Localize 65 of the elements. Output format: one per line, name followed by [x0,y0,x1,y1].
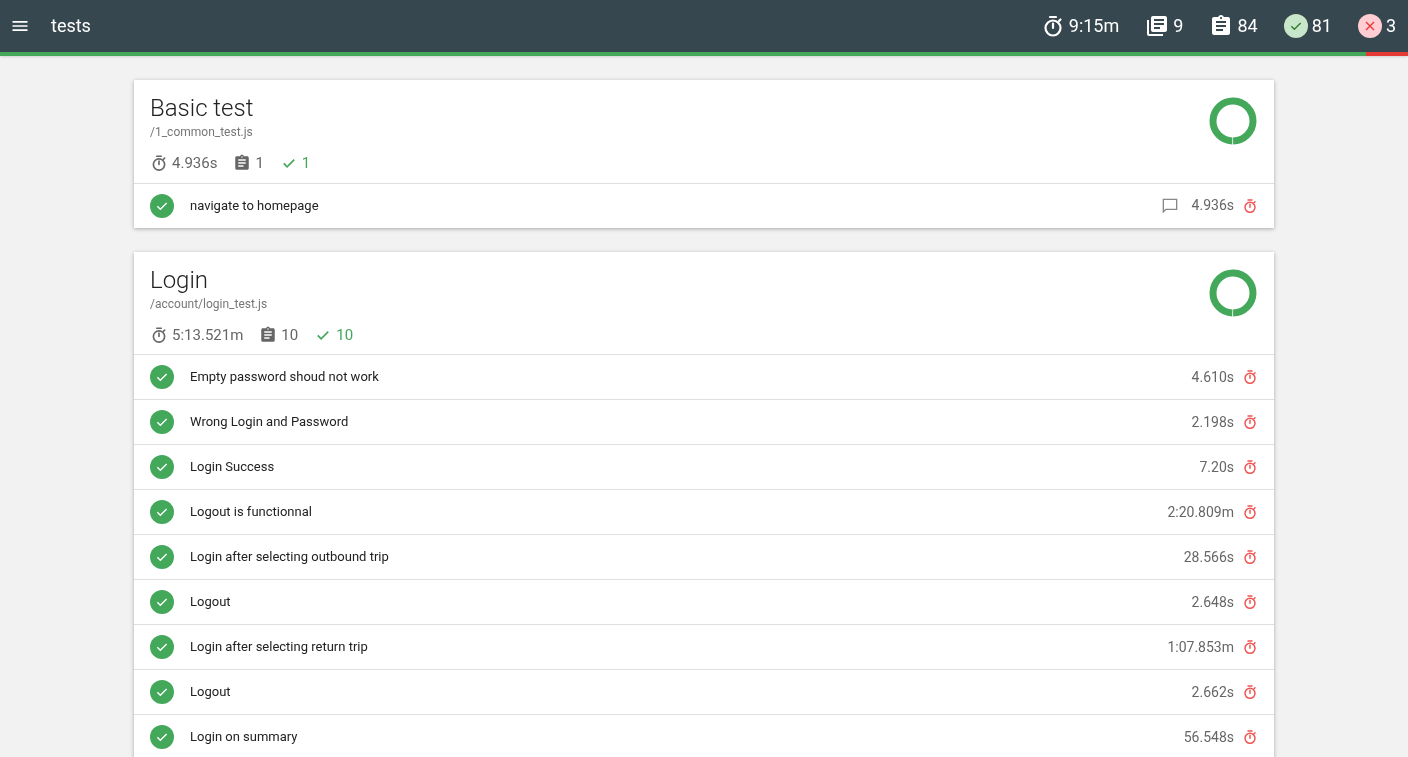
stopwatch-icon [1242,369,1258,385]
test-duration: 56.548s [1183,727,1234,747]
test-duration: 2.648s [1191,592,1234,612]
test-count: 84 [1237,14,1258,38]
stopwatch-icon [1242,639,1258,655]
stacked-pages-icon [1145,14,1170,38]
stopwatch-icon [1242,684,1258,700]
stopwatch-icon [1242,594,1258,610]
test-name: Logout [190,593,231,612]
suite-file: /account/login_test.js [150,295,269,312]
suite-duration: 4.936s [172,153,218,174]
stopwatch-icon [1242,197,1258,214]
test-name: Wrong Login and Password [190,413,349,432]
test-duration: 2.662s [1191,682,1234,702]
stopwatch-icon [1242,414,1258,430]
test-row[interactable]: Logout 2.648s [134,579,1274,624]
stopwatch-icon [1242,549,1258,565]
failed-count: 3 [1385,14,1396,38]
app-title: tests [51,14,91,38]
suite-file: /1_common_test.js [150,124,254,140]
suite-passed-count: 10 [336,324,354,346]
passed-badge-icon [1283,14,1308,38]
test-duration: 2:20.809m [1167,502,1234,522]
suite-title: Basic test [150,93,255,124]
test-row[interactable]: Wrong Login and Password 2.198s [134,399,1274,444]
stopwatch-icon [150,154,168,173]
clipboard-icon [233,154,252,173]
suite-test-count: 10 [281,324,299,346]
test-name: Empty password shoud not work [190,368,379,387]
test-duration: 7.20s [1199,457,1234,477]
suite-count: 9 [1173,14,1184,38]
stopwatch-icon [1242,504,1258,520]
test-row[interactable]: Empty password shoud not work 4.610s [134,354,1274,399]
test-duration: 28.566s [1183,547,1234,567]
test-duration: 4.610s [1191,367,1234,387]
failed-badge-icon [1357,14,1382,38]
stopwatch-icon [1242,729,1258,745]
stopwatch-icon [1242,459,1258,475]
suite-title: Login [150,264,210,296]
test-row[interactable]: Logout 2.662s [134,669,1274,714]
test-name: Logout [190,683,231,702]
test-name: Logout is functionnal [190,503,312,522]
test-row[interactable]: Login after selecting outbound trip 28.566s [134,534,1274,579]
test-row[interactable]: Login after selecting return trip 1:07.853m [134,624,1274,669]
suite-duration: 5:13.521m [172,324,244,346]
clipboard-icon [259,325,278,344]
test-duration: 4.936s [1191,196,1234,215]
test-duration: 2.198s [1191,412,1234,432]
completion-ring-drawing [1208,267,1258,318]
test-name: navigate to homepage [190,196,319,215]
test-name: Login after selecting outbound trip [190,548,389,567]
completion-ring-drawing [1208,96,1258,146]
test-name: Login Success [190,458,275,477]
test-duration: 1:07.853m [1167,637,1234,657]
test-name: Login after selecting return trip [190,638,368,657]
test-row[interactable]: Login on summary 56.548s [134,714,1274,757]
total-duration: 9:15m [1068,14,1120,38]
test-row[interactable]: Login Success 7.20s [134,444,1274,489]
test-row[interactable]: Logout is functionnal 2:20.809m [134,489,1274,534]
test-name: Login on summary [190,728,298,747]
suite-passed-count: 1 [301,153,311,174]
test-row[interactable]: navigate to homepage 4.936s [134,182,1274,228]
suite-test-count: 1 [255,153,264,174]
passed-count: 81 [1311,14,1332,38]
stopwatch-icon [150,325,168,344]
